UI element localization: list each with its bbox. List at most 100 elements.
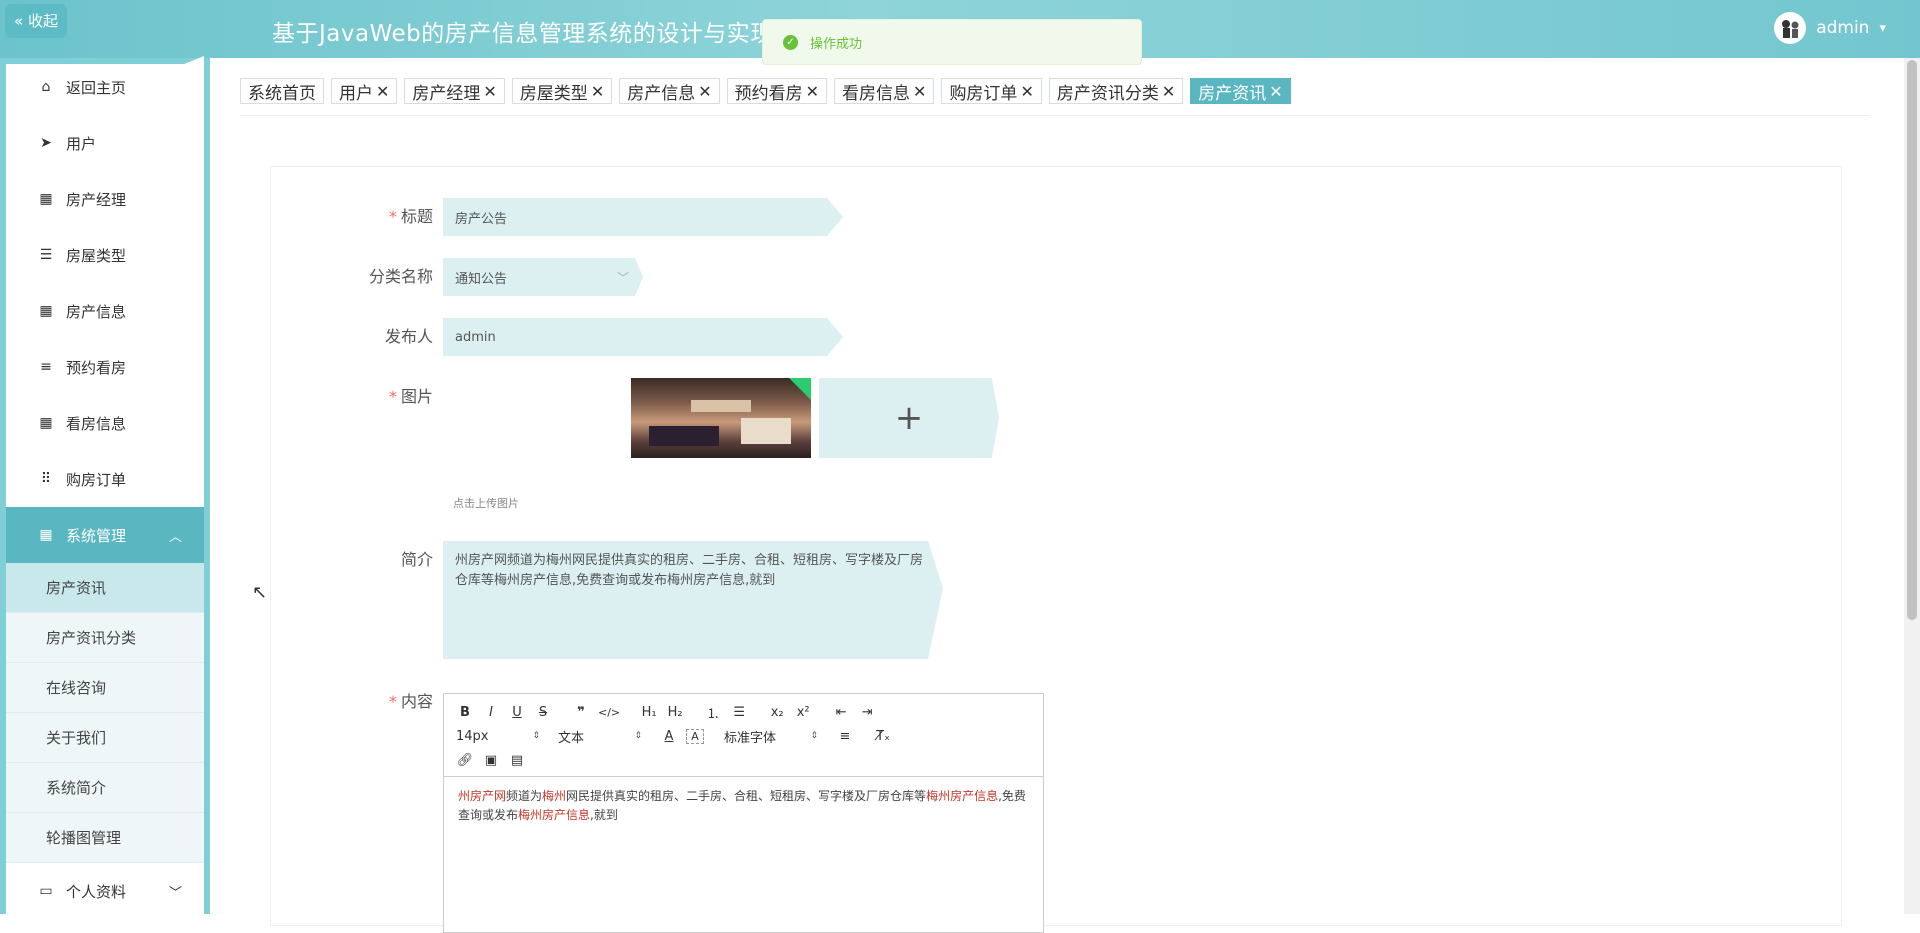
tags-divider: [240, 115, 1870, 116]
close-icon[interactable]: ✕: [483, 82, 496, 101]
close-icon[interactable]: ✕: [698, 82, 711, 101]
sidebar-item-label: 系统管理: [66, 526, 127, 545]
sidebar-item-label: 预约看房: [66, 358, 127, 377]
user-menu[interactable]: admin ▾: [1774, 12, 1886, 44]
sidebar-item-profile[interactable]: ▭ 个人资料 ﹀: [6, 863, 204, 914]
tag-news[interactable]: 房产资讯 ✕: [1190, 78, 1291, 104]
sidebar-item-label: 看房信息: [66, 414, 127, 433]
font-size-select[interactable]: 14px ⇕: [456, 729, 540, 744]
sidebar-item-managers[interactable]: ▦ 房产经理: [6, 171, 204, 227]
sidebar-subitem-online-consult[interactable]: 在线咨询: [6, 663, 204, 713]
editor-text-segment: 梅州房产信息: [926, 789, 999, 803]
close-icon[interactable]: ✕: [1269, 82, 1282, 101]
outdent-icon[interactable]: ⇤: [832, 705, 850, 720]
grid-icon: ▦: [39, 527, 53, 543]
sidebar-item-property-info[interactable]: ▦ 房产信息: [6, 283, 204, 339]
chevron-up-icon: ︿: [168, 529, 182, 545]
tag-label: 房产经理: [412, 83, 481, 104]
tag-property-info[interactable]: 房产信息 ✕: [619, 78, 720, 104]
sidebar-item-system-management[interactable]: ▦ 系统管理 ︿: [6, 507, 204, 563]
tag-label: 房产资讯: [1198, 83, 1267, 104]
tag-managers[interactable]: 房产经理 ✕: [404, 78, 505, 104]
list-icon: ≡: [40, 359, 52, 375]
clear-format-icon[interactable]: T̸ₓ: [874, 729, 892, 744]
subscript-icon[interactable]: x₂: [768, 705, 786, 720]
bold-icon[interactable]: B: [456, 705, 474, 720]
collapse-sidebar-button[interactable]: « 收起: [5, 4, 67, 38]
image-icon[interactable]: ▣: [482, 753, 500, 768]
close-icon[interactable]: ✕: [591, 82, 604, 101]
ordered-list-icon[interactable]: ⒈: [704, 703, 722, 722]
editor-text-segment: 梅州: [542, 789, 567, 803]
tag-news-category[interactable]: 房产资讯分类 ✕: [1048, 78, 1184, 104]
italic-icon[interactable]: I: [482, 705, 500, 720]
sidebar-item-label: 个人资料: [66, 882, 127, 901]
category-select[interactable]: 通知公告 ﹀: [443, 258, 643, 296]
form-row-image: * 图片 +: [271, 378, 999, 458]
close-icon[interactable]: ✕: [1162, 82, 1175, 101]
sidebar-subitem-news[interactable]: 房产资讯: [6, 563, 204, 613]
background-color-icon[interactable]: A: [686, 728, 704, 744]
paragraph-select[interactable]: 文本 ⇕: [558, 727, 642, 746]
publisher-input[interactable]: admin: [443, 318, 843, 356]
code-block-icon[interactable]: </>: [598, 706, 620, 719]
sidebar-item-viewing-info[interactable]: ▦ 看房信息: [6, 395, 204, 451]
app-title: 基于JavaWeb的房产信息管理系统的设计与实现: [272, 21, 774, 47]
editor-content[interactable]: 州房产网频道为梅州网民提供真实的租房、二手房、合租、短租房、写字楼及厂房仓库等梅…: [444, 777, 1043, 835]
sidebar-item-home[interactable]: ⌂ 返回主页: [6, 59, 204, 115]
heading1-icon[interactable]: H₁: [640, 705, 658, 720]
title-input[interactable]: 房产公告: [443, 198, 843, 236]
tag-viewing-info[interactable]: 看房信息 ✕: [834, 78, 935, 104]
form-row-summary: 简介 州房产网频道为梅州网民提供真实的租房、二手房、合租、短租房、写字楼及厂房仓…: [271, 541, 943, 659]
tag-house-types[interactable]: 房屋类型 ✕: [511, 78, 613, 104]
close-icon[interactable]: ✕: [1020, 82, 1033, 101]
sidebar-item-house-types[interactable]: ☰ 房屋类型: [6, 227, 204, 283]
grid-icon: ▦: [39, 303, 53, 319]
tag-users[interactable]: 用户 ✕: [331, 78, 398, 104]
tag-label: 用户: [339, 83, 373, 104]
close-icon[interactable]: ✕: [806, 82, 819, 101]
font-color-icon[interactable]: A: [660, 729, 678, 744]
title-label: * 标题: [388, 207, 433, 226]
sidebar-subitem-about-us[interactable]: 关于我们: [6, 713, 204, 763]
bullet-list-icon[interactable]: ☰: [730, 705, 748, 720]
indent-icon[interactable]: ⇥: [858, 705, 876, 720]
mouse-cursor-icon: ↖: [252, 582, 268, 603]
user-name: admin: [1816, 18, 1870, 38]
tag-orders[interactable]: 购房订单 ✕: [941, 78, 1042, 104]
strikethrough-icon[interactable]: S: [534, 705, 552, 720]
editor-text-segment: 网民提供真实的租房、二手房、合租、短租房、写字楼及厂房仓库等: [566, 789, 927, 803]
grid-icon: ▦: [39, 415, 53, 431]
dots-grid-icon: ⠿: [40, 471, 52, 487]
sidebar-subitem-carousel[interactable]: 轮播图管理: [6, 813, 204, 863]
tag-label: 预约看房: [734, 83, 803, 104]
scrollbar-thumb[interactable]: [1907, 60, 1917, 620]
image-upload-button[interactable]: +: [819, 378, 999, 458]
user-avatar-icon: [1782, 20, 1799, 38]
tags-view: 系统首页 用户 ✕ 房产经理 ✕ 房屋类型 ✕ 房产信息 ✕ 预约看房 ✕ 看房信息 ✕ 购…: [240, 78, 1291, 104]
tag-home[interactable]: 系统首页: [240, 78, 324, 104]
sidebar-scrollbar[interactable]: [204, 58, 210, 914]
close-icon[interactable]: ✕: [913, 82, 926, 101]
updown-caret-icon: ⇕: [810, 731, 818, 741]
publisher-label: 发布人: [384, 327, 433, 346]
sidebar-subitem-system-intro[interactable]: 系统简介: [6, 763, 204, 813]
align-icon[interactable]: ≡: [836, 729, 854, 744]
summary-textarea[interactable]: 州房产网频道为梅州网民提供真实的租房、二手房、合租、短租房、写字楼及厂房仓库等梅…: [443, 541, 943, 659]
close-icon[interactable]: ✕: [376, 82, 389, 101]
superscript-icon[interactable]: x²: [794, 705, 812, 720]
sidebar-item-viewing-appointments[interactable]: ≡ 预约看房: [6, 339, 204, 395]
sidebar-subitem-news-category[interactable]: 房产资讯分类: [6, 613, 204, 663]
sidebar-item-orders[interactable]: ⠿ 购房订单: [6, 451, 204, 507]
sidebar-item-users[interactable]: ➤ 用户: [6, 115, 204, 171]
link-icon[interactable]: 🔗︎: [456, 753, 474, 768]
rich-text-editor[interactable]: B I U S ❞ </> H₁ H₂ ⒈ ☰ x₂ x² ⇤ ⇥ 14px⇕: [443, 693, 1044, 933]
heading2-icon[interactable]: H₂: [666, 705, 684, 720]
tag-viewing-appointments[interactable]: 预约看房 ✕: [726, 78, 828, 104]
video-icon[interactable]: ▤: [508, 753, 526, 768]
underline-icon[interactable]: U: [508, 705, 526, 720]
font-family-select[interactable]: 标准字体 ⇕: [724, 727, 818, 746]
blockquote-icon[interactable]: ❞: [572, 705, 590, 720]
uploaded-image-thumbnail[interactable]: [631, 378, 811, 458]
page-scrollbar[interactable]: [1904, 58, 1920, 914]
